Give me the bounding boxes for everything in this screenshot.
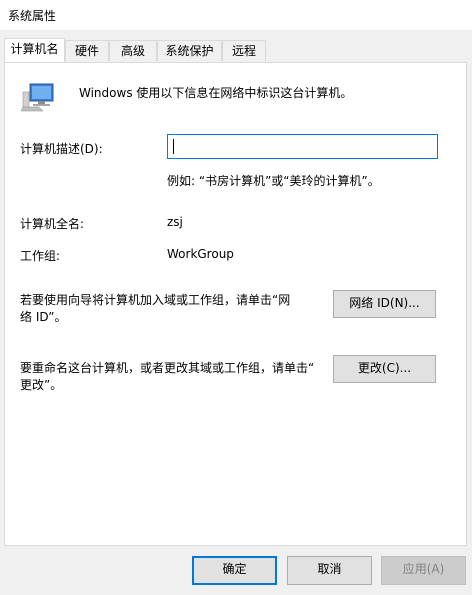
fullname-value: zsj	[167, 215, 183, 229]
workgroup-value: WorkGroup	[167, 247, 234, 261]
network-id-text-line2: 络 ID”。	[20, 310, 67, 324]
tab-advanced[interactable]: 高级	[109, 40, 157, 61]
description-input[interactable]	[167, 134, 438, 159]
network-id-text-line1: 若要使用向导将计算机加入域或工作组，请单击“网	[20, 293, 291, 307]
tab-remote[interactable]: 远程	[222, 40, 266, 61]
window-title: 系统属性	[8, 9, 57, 23]
ok-button[interactable]: 确定	[192, 556, 277, 585]
tab-computer-name[interactable]: 计算机名	[4, 38, 65, 62]
rename-text-line2: 更改”。	[20, 378, 63, 392]
workgroup-label: 工作组:	[20, 249, 61, 263]
tab-system-protection[interactable]: 系统保护	[157, 40, 222, 61]
tab-hardware[interactable]: 硬件	[65, 40, 109, 61]
intro-text: Windows 使用以下信息在网络中标识这台计算机。	[79, 86, 353, 100]
change-button[interactable]: 更改(C)...	[333, 355, 436, 383]
description-label: 计算机描述(D):	[20, 142, 103, 156]
tab-strip: 计算机名 硬件 高级 系统保护 远程	[4, 38, 468, 62]
title-bar[interactable]: 系统属性	[0, 0, 472, 30]
computer-name-panel: Windows 使用以下信息在网络中标识这台计算机。 计算机描述(D): 例如:…	[4, 62, 467, 546]
computer-icon	[21, 83, 54, 112]
text-caret	[173, 139, 174, 154]
fullname-label: 计算机全名:	[20, 217, 85, 231]
rename-text-line1: 要重命名这台计算机，或者更改其域或工作组，请单击“	[20, 361, 315, 375]
cancel-button[interactable]: 取消	[287, 556, 372, 585]
network-id-button[interactable]: 网络 ID(N)...	[333, 290, 436, 318]
apply-button: 应用(A)	[381, 556, 466, 585]
description-example: 例如: “书房计算机”或“美玲的计算机”。	[167, 174, 380, 188]
